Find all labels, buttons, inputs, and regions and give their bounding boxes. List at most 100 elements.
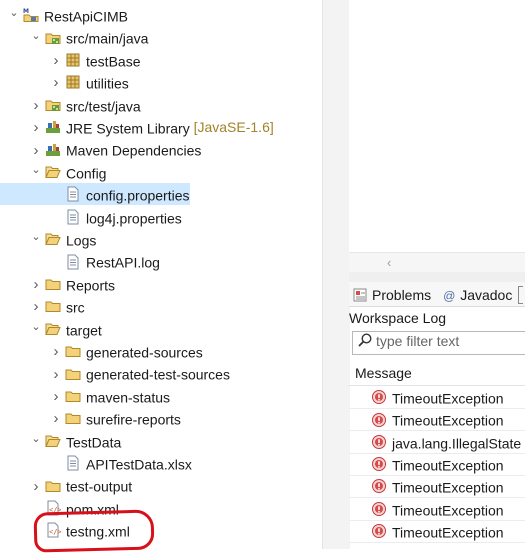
chevron-right-icon[interactable]: › bbox=[30, 476, 42, 498]
folder-icon bbox=[45, 478, 61, 494]
tree-item-label: generated-test-sources bbox=[86, 366, 230, 383]
log-message: TimeoutException bbox=[392, 390, 504, 407]
scroll-left-arrow-icon[interactable]: ‹ bbox=[387, 255, 391, 270]
tree-item-label: src/test/java bbox=[66, 97, 141, 114]
folder-icon bbox=[65, 343, 81, 359]
folder-icon bbox=[65, 410, 81, 426]
tree-item[interactable]: › utilities bbox=[0, 71, 129, 93]
table-row[interactable]: TimeoutException bbox=[349, 408, 525, 432]
chevron-right-icon[interactable]: › bbox=[30, 117, 42, 139]
tree-item[interactable]: pom.xml bbox=[0, 497, 119, 519]
tree-item[interactable]: testng.xml bbox=[0, 519, 130, 541]
tree-item[interactable]: › JRE System Library [JavaSE-1.6] bbox=[0, 116, 274, 138]
tree-item[interactable]: ⌄ src/main/java bbox=[0, 26, 148, 48]
tree-item-label: JRE System Library bbox=[66, 120, 190, 137]
tree-item-label: RestAPI.log bbox=[86, 254, 160, 271]
tree-item[interactable]: › src bbox=[0, 295, 85, 317]
tree-item[interactable]: APITestData.xlsx bbox=[0, 452, 192, 474]
chevron-right-icon[interactable]: › bbox=[30, 274, 42, 296]
tree-item-label: surefire-reports bbox=[86, 411, 181, 428]
tree-item[interactable]: › generated-test-sources bbox=[0, 362, 230, 384]
bottom-panel-tabs: Problems @ Javadoc bbox=[349, 282, 525, 307]
log-message: TimeoutException bbox=[392, 501, 504, 518]
tree-item-label: pom.xml bbox=[66, 501, 119, 518]
log-message: java.lang.IllegalState bbox=[392, 434, 522, 451]
error-icon bbox=[371, 434, 387, 450]
table-row[interactable]: TimeoutException bbox=[349, 520, 525, 543]
tree-item[interactable]: ⌄ Logs bbox=[0, 228, 96, 250]
table-row[interactable]: TimeoutException bbox=[349, 498, 525, 521]
chevron-down-icon[interactable]: ⌄ bbox=[8, 2, 20, 24]
tree-item-label: utilities bbox=[86, 75, 129, 92]
tree-item-label: APITestData.xlsx bbox=[86, 456, 192, 473]
error-icon bbox=[371, 523, 387, 539]
tree-item[interactable]: › maven-status bbox=[0, 385, 171, 408]
problems-icon bbox=[352, 287, 368, 303]
project-explorer: ⌄ RestApiCIMB ⌄ src/main/java › testBase › util… bbox=[0, 0, 322, 549]
tree-item-label: config.properties bbox=[86, 187, 190, 204]
log-message: TimeoutException bbox=[392, 479, 504, 496]
tree-item-label: log4j.properties bbox=[86, 209, 182, 226]
tree-item[interactable]: config.properties bbox=[0, 183, 190, 206]
filter-input[interactable] bbox=[376, 333, 506, 350]
chevron-right-icon[interactable]: › bbox=[50, 408, 62, 430]
library-icon bbox=[45, 142, 61, 158]
chevron-down-icon[interactable]: ⌄ bbox=[30, 159, 42, 181]
tab-javadoc[interactable]: @ Javadoc bbox=[443, 285, 512, 305]
chevron-down-icon[interactable]: ⌄ bbox=[30, 316, 42, 338]
panel-sash[interactable] bbox=[349, 272, 525, 282]
file-icon bbox=[65, 209, 81, 225]
tree-item-label: maven-status bbox=[86, 389, 171, 406]
tree-item[interactable]: › testBase bbox=[0, 49, 141, 72]
table-row[interactable]: TimeoutException bbox=[349, 475, 525, 499]
chevron-down-icon[interactable]: ⌄ bbox=[30, 226, 42, 248]
tree-item[interactable]: › src/test/java bbox=[0, 94, 141, 116]
tree-item[interactable]: › generated-sources bbox=[0, 340, 203, 362]
tree-item[interactable]: ⌄ RestApiCIMB bbox=[0, 4, 128, 26]
tab-overflow-icon[interactable] bbox=[518, 286, 523, 304]
file-icon bbox=[65, 455, 81, 471]
chevron-right-icon[interactable]: › bbox=[50, 50, 62, 72]
chevron-down-icon[interactable]: ⌄ bbox=[30, 428, 42, 450]
tree-item[interactable]: ⌄ Config bbox=[0, 161, 106, 183]
horizontal-scrollbar[interactable]: ‹ bbox=[349, 252, 525, 273]
tree-item[interactable]: ⌄ TestData bbox=[0, 430, 121, 452]
tree-item[interactable]: RestAPI.log bbox=[0, 250, 160, 272]
chevron-right-icon[interactable]: › bbox=[50, 341, 62, 363]
tree-item-label: RestApiCIMB bbox=[44, 8, 129, 25]
source-folder-icon bbox=[45, 30, 61, 46]
table-row[interactable]: TimeoutException bbox=[349, 453, 525, 476]
tree-item-label: Config bbox=[66, 165, 107, 182]
tab-problems[interactable]: Problems bbox=[352, 285, 431, 305]
view-splitter[interactable] bbox=[322, 0, 350, 549]
package-icon bbox=[65, 52, 81, 68]
filter-input-box[interactable] bbox=[352, 331, 525, 355]
tree-item[interactable]: › Maven Dependencies bbox=[0, 138, 202, 160]
tree-item[interactable]: › test-output bbox=[0, 474, 133, 498]
log-message: TimeoutException bbox=[392, 457, 504, 474]
error-icon bbox=[371, 456, 387, 472]
table-row[interactable]: TimeoutException bbox=[349, 386, 525, 409]
tree-item[interactable]: › surefire-reports bbox=[0, 407, 181, 429]
chevron-right-icon[interactable]: › bbox=[50, 386, 62, 408]
chevron-right-icon[interactable]: › bbox=[50, 364, 62, 386]
column-header-message[interactable]: Message bbox=[349, 362, 525, 386]
folder-icon bbox=[65, 366, 81, 382]
table-row[interactable]: java.lang.IllegalState bbox=[349, 431, 525, 454]
folder-icon bbox=[45, 276, 61, 292]
folder-icon bbox=[45, 298, 61, 314]
folder-open-icon bbox=[45, 164, 61, 180]
chevron-right-icon[interactable]: › bbox=[30, 95, 42, 117]
chevron-down-icon[interactable]: ⌄ bbox=[30, 25, 42, 47]
editor-area[interactable] bbox=[349, 0, 525, 272]
tree-item[interactable]: ⌄ target bbox=[0, 316, 102, 340]
folder-icon bbox=[65, 388, 81, 404]
tree-item-decoration: [JavaSE-1.6] bbox=[193, 119, 274, 135]
folder-open-icon bbox=[45, 231, 61, 247]
tree-item-label: target bbox=[66, 321, 102, 338]
chevron-right-icon[interactable]: › bbox=[50, 72, 62, 94]
tree-item[interactable]: › Reports bbox=[0, 273, 116, 296]
view-title: Workspace Log bbox=[349, 310, 447, 326]
folder-open-icon bbox=[45, 321, 61, 337]
tree-item[interactable]: log4j.properties bbox=[0, 206, 182, 228]
